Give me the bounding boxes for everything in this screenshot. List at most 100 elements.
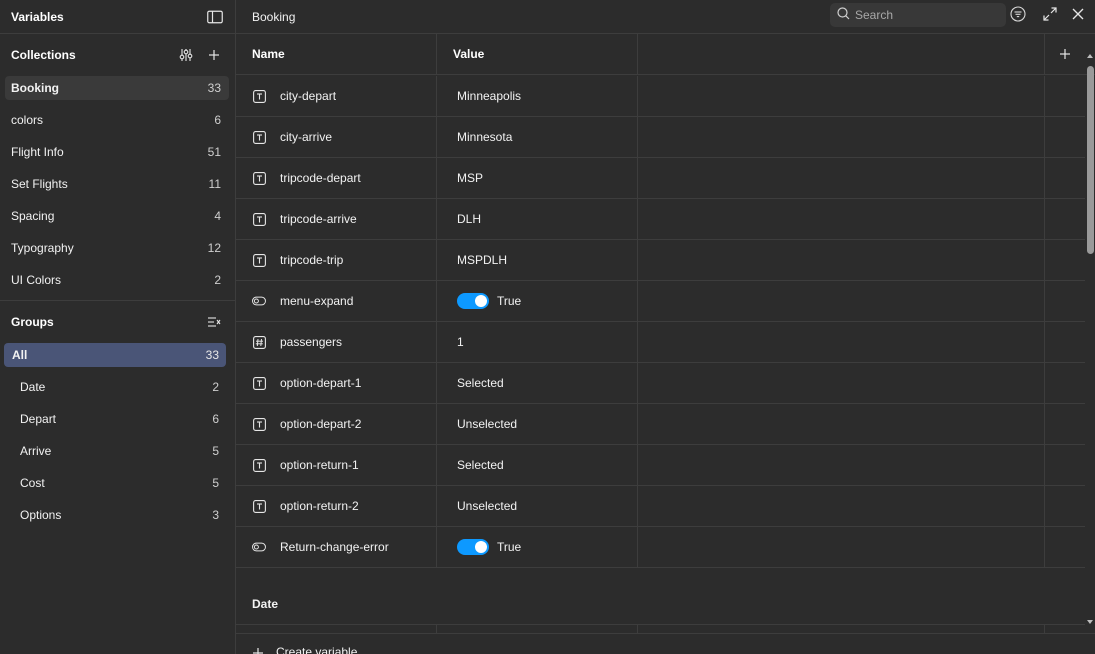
create-variable-button[interactable]: Create variable	[236, 633, 1095, 654]
table-row[interactable]: tripcode-arrive DLH	[236, 199, 1085, 240]
variable-value[interactable]: MSPDLH	[457, 253, 507, 267]
table-row[interactable]: option-return-1 Selected	[236, 445, 1085, 486]
table-row[interactable]: city-arrive Minnesota	[236, 117, 1085, 158]
collection-item-flight-info[interactable]: Flight Info 51	[5, 140, 229, 164]
group-label: Depart	[20, 412, 57, 426]
variable-name[interactable]: city-arrive	[280, 130, 332, 144]
main-panel: Booking Name Value city-depart Minneapol…	[236, 0, 1095, 654]
table-row[interactable]: option-return-2 Unselected	[236, 486, 1085, 527]
table-row[interactable]: option-depart-2 Unselected	[236, 404, 1085, 445]
table-row[interactable]: menu-expand True	[236, 281, 1085, 322]
close-icon[interactable]	[1070, 6, 1088, 24]
collection-label: Set Flights	[11, 177, 68, 191]
table-row[interactable]: option-depart-1 Selected	[236, 363, 1085, 404]
text-type-icon	[252, 417, 266, 431]
table-row[interactable]: tripcode-trip MSPDLH	[236, 240, 1085, 281]
group-count: 2	[212, 380, 219, 394]
collections-header: Collections	[0, 34, 235, 76]
collection-label: UI Colors	[11, 273, 62, 287]
variable-value[interactable]: Selected	[457, 458, 504, 472]
group-count: 5	[212, 444, 219, 458]
create-variable-label: Create variable	[276, 645, 358, 654]
group-count: 6	[212, 412, 219, 426]
collection-item-ui-colors[interactable]: UI Colors 2	[5, 268, 229, 292]
boolean-toggle[interactable]	[457, 539, 489, 555]
variable-name[interactable]: Return-change-error	[280, 540, 389, 554]
variable-name[interactable]: option-depart-1	[280, 376, 361, 390]
filter-icon[interactable]	[1010, 6, 1028, 24]
variable-name[interactable]: menu-expand	[280, 294, 353, 308]
search-box[interactable]	[830, 3, 1006, 27]
collection-item-booking[interactable]: Booking 33	[5, 76, 229, 100]
variable-value[interactable]: Minneapolis	[457, 89, 521, 103]
group-item-all[interactable]: All 33	[4, 343, 226, 367]
variable-name[interactable]: option-return-1	[280, 458, 359, 472]
collapse-groups-icon[interactable]	[205, 313, 223, 331]
variable-name[interactable]: tripcode-depart	[280, 171, 361, 185]
sidebar: Variables Collections Booking 33 colors 6 …	[0, 0, 236, 654]
vertical-scrollbar[interactable]	[1085, 34, 1095, 634]
group-item-depart[interactable]: Depart 6	[4, 407, 226, 431]
column-header-value: Value	[437, 34, 638, 74]
variable-value[interactable]: Unselected	[457, 417, 517, 431]
variable-value[interactable]: 1	[457, 335, 464, 349]
variable-name[interactable]: option-return-2	[280, 499, 359, 513]
variable-name[interactable]: tripcode-trip	[280, 253, 343, 267]
group-item-cost[interactable]: Cost 5	[4, 471, 226, 495]
collection-count: 4	[214, 209, 221, 223]
variable-value[interactable]: MSP	[457, 171, 483, 185]
variable-name[interactable]: option-depart-2	[280, 417, 361, 431]
column-header-empty	[638, 34, 1045, 74]
panel-toggle-icon[interactable]	[206, 8, 224, 26]
sidebar-header: Variables	[0, 0, 235, 34]
variable-value: True	[497, 540, 522, 554]
collection-count: 12	[207, 241, 221, 255]
variable-value[interactable]: Unselected	[457, 499, 517, 513]
collections-list: Booking 33 colors 6 Flight Info 51 Set Flig…	[0, 76, 235, 292]
variable-value[interactable]: DLH	[457, 212, 481, 226]
variable-name[interactable]: tripcode-arrive	[280, 212, 357, 226]
boolean-toggle[interactable]	[457, 293, 489, 309]
group-label: Cost	[20, 476, 45, 490]
table-row[interactable]: Return-change-error True	[236, 527, 1085, 568]
group-item-options[interactable]: Options 3	[4, 503, 226, 527]
variable-value[interactable]: Selected	[457, 376, 504, 390]
variable-name[interactable]: passengers	[280, 335, 342, 349]
table-row[interactable]: city-depart Minneapolis	[236, 76, 1085, 117]
text-type-icon	[252, 458, 266, 472]
text-type-icon	[252, 89, 266, 103]
collection-count: 2	[214, 273, 221, 287]
group-item-arrive[interactable]: Arrive 5	[4, 439, 226, 463]
number-type-icon	[252, 335, 266, 349]
collection-item-colors[interactable]: colors 6	[5, 108, 229, 132]
collection-count: 51	[207, 145, 221, 159]
scrollbar-thumb[interactable]	[1087, 66, 1094, 254]
scroll-up-arrow-icon[interactable]	[1087, 54, 1093, 58]
group-label: Arrive	[20, 444, 52, 458]
scroll-down-arrow-icon[interactable]	[1087, 620, 1093, 624]
text-type-icon	[252, 253, 266, 267]
group-count: 33	[205, 348, 219, 362]
expand-icon[interactable]	[1042, 6, 1060, 24]
collection-item-set-flights[interactable]: Set Flights 11	[5, 172, 229, 196]
collections-title: Collections	[11, 48, 76, 62]
collection-label: Spacing	[11, 209, 55, 223]
topbar: Booking	[236, 0, 1095, 34]
search-input[interactable]	[855, 8, 995, 22]
collection-count: 33	[207, 81, 221, 95]
variable-name[interactable]: city-depart	[280, 89, 336, 103]
table-row[interactable]: tripcode-depart MSP	[236, 158, 1085, 199]
collection-item-spacing[interactable]: Spacing 4	[5, 204, 229, 228]
group-count: 5	[212, 476, 219, 490]
add-column-icon[interactable]	[1045, 34, 1085, 74]
table-header: Name Value	[236, 34, 1095, 75]
group-count: 3	[212, 508, 219, 522]
table-row[interactable]: passengers 1	[236, 322, 1085, 363]
text-type-icon	[252, 499, 266, 513]
adjust-icon[interactable]	[177, 46, 195, 64]
add-collection-icon[interactable]	[205, 46, 223, 64]
group-item-date[interactable]: Date 2	[4, 375, 226, 399]
collection-item-typography[interactable]: Typography 12	[5, 236, 229, 260]
collection-label: Typography	[11, 241, 74, 255]
variable-value[interactable]: Minnesota	[457, 130, 512, 144]
